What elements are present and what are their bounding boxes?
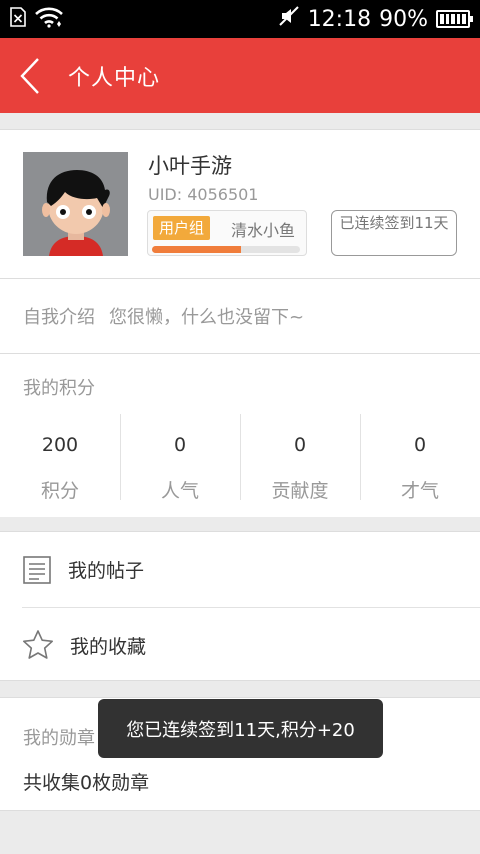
- document-icon: [23, 555, 51, 584]
- sign-in-button[interactable]: 已连续签到11天: [331, 210, 457, 256]
- stat-value: 0: [293, 434, 307, 456]
- avatar[interactable]: [23, 152, 128, 256]
- mute-icon: [278, 5, 300, 33]
- medals-title: 我的勋章: [23, 728, 95, 749]
- star-icon: [23, 630, 53, 659]
- self-intro-label: 自我介绍: [23, 307, 95, 328]
- self-intro[interactable]: 自我介绍 您很懒，什么也没留下~: [0, 278, 480, 353]
- status-bar: 12:18 90%: [0, 0, 480, 38]
- toast-message: 您已连续签到11天,积分+20: [98, 699, 383, 758]
- menu-list: 我的帖子 我的收藏: [0, 531, 480, 681]
- profile-card: 小叶手游 UID: 4056501 用户组 清水小鱼 已连续签到11天: [0, 129, 480, 278]
- menu-item-label: 我的帖子: [68, 560, 145, 582]
- menu-item-my-favorites[interactable]: 我的收藏: [22, 607, 480, 682]
- stat-value: 0: [173, 434, 187, 456]
- points-section: 我的积分 200 积分 0 人气 0 贡献度 0 才气: [0, 353, 480, 517]
- stat-value: 0: [413, 434, 427, 456]
- stat-value: 200: [41, 434, 79, 456]
- status-time: 12:18: [307, 6, 372, 32]
- stat-contribution[interactable]: 0 贡献度: [240, 414, 360, 502]
- chevron-left-icon: [20, 57, 39, 94]
- sim-card-icon: [10, 7, 26, 31]
- points-stats: 200 积分 0 人气 0 贡献度 0 才气: [0, 414, 480, 502]
- group-badge: 用户组: [153, 216, 211, 240]
- page-title: 个人中心: [68, 65, 161, 91]
- stat-label: 才气: [400, 480, 439, 502]
- back-button[interactable]: [0, 38, 60, 113]
- level-progress-fill: [152, 246, 241, 253]
- stat-points[interactable]: 200 积分: [0, 414, 120, 502]
- stat-popularity[interactable]: 0 人气: [120, 414, 240, 502]
- menu-item-label: 我的收藏: [70, 635, 147, 658]
- stat-label: 人气: [160, 480, 199, 502]
- medals-count: 共收集0枚勋章: [23, 772, 150, 794]
- battery-icon: [436, 10, 473, 28]
- nickname: 小叶手游: [148, 154, 232, 178]
- stat-talent[interactable]: 0 才气: [360, 414, 480, 502]
- stat-label: 积分: [40, 480, 79, 502]
- level-progress-bar: [152, 246, 300, 253]
- points-title: 我的积分: [23, 378, 95, 399]
- app-bar: 个人中心: [0, 38, 480, 113]
- battery-percent: 90%: [379, 6, 428, 32]
- user-group: 用户组 清水小鱼: [147, 210, 307, 256]
- wifi-icon: [34, 6, 64, 32]
- self-intro-text: 您很懒，什么也没留下~: [109, 307, 305, 328]
- user-id: UID: 4056501: [148, 185, 259, 204]
- stat-label: 贡献度: [271, 480, 329, 502]
- group-name: 清水小鱼: [231, 221, 296, 240]
- menu-item-my-posts[interactable]: 我的帖子: [0, 532, 480, 607]
